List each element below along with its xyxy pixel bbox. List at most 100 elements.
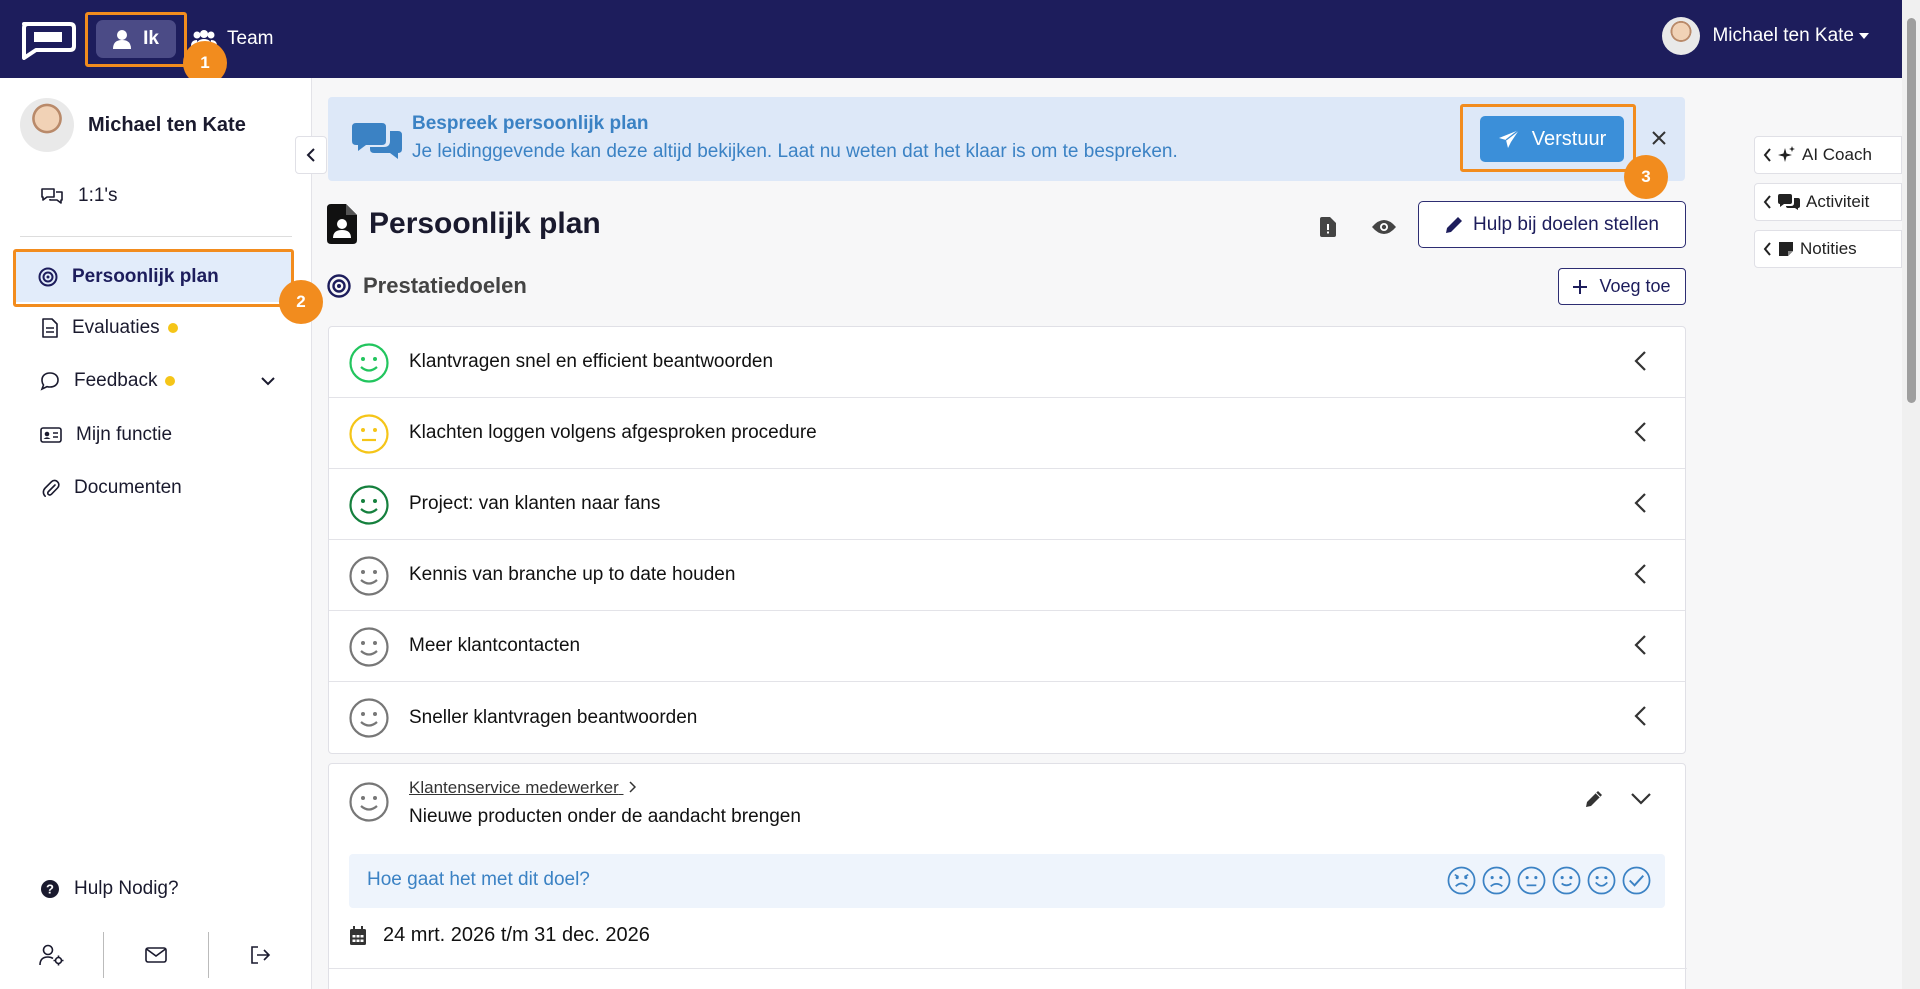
- calendar-icon: [350, 925, 366, 945]
- user-menu-button[interactable]: Michael ten Kate: [1662, 16, 1870, 56]
- goal-row[interactable]: Klantvragen snel en efficient beantwoord…: [329, 327, 1685, 398]
- sidebar-item-label: Persoonlijk plan: [72, 266, 219, 287]
- sidebar: Michael ten Kate 1:1's Persoonlijk plan …: [0, 78, 312, 989]
- messages-button[interactable]: [104, 932, 207, 978]
- chevron-down-icon[interactable]: [1629, 786, 1653, 810]
- sidebar-collapse-button[interactable]: [295, 136, 327, 174]
- chevron-right-icon: [628, 781, 636, 793]
- id-card-icon: [40, 427, 62, 443]
- nav-me-button[interactable]: Ik: [96, 20, 176, 58]
- chevron-left-icon: [306, 148, 315, 162]
- sidebar-item-label: Mijn functie: [76, 424, 173, 445]
- plus-icon: [1573, 279, 1588, 294]
- goal-help-button[interactable]: Hulp bij doelen stellen: [1418, 201, 1686, 248]
- send-button-label: Verstuur: [1531, 127, 1607, 150]
- mood-good-icon[interactable]: [1552, 866, 1581, 895]
- page-scrollbar[interactable]: [1902, 0, 1920, 989]
- page-title-text: Persoonlijk plan: [369, 207, 601, 240]
- chevron-left-icon: [1763, 148, 1771, 162]
- sidebar-item-label: Evaluaties: [72, 317, 160, 338]
- chevron-left-icon: [1763, 242, 1771, 256]
- role-link-text: Klantenservice medewerker: [409, 778, 619, 797]
- chevron-left-icon[interactable]: [1629, 420, 1653, 444]
- page-title: Persoonlijk plan: [327, 204, 601, 244]
- goal-row[interactable]: Project: van klanten naar fans: [329, 469, 1685, 540]
- tab-ai-coach[interactable]: AI Coach: [1754, 136, 1902, 174]
- send-button[interactable]: Verstuur: [1480, 116, 1624, 162]
- goal-row[interactable]: Meer klantcontacten: [329, 611, 1685, 682]
- tab-notes[interactable]: Notities: [1754, 230, 1902, 268]
- goal-row[interactable]: Sneller klantvragen beantwoorden: [329, 682, 1685, 753]
- banner-close-button[interactable]: [1642, 121, 1676, 155]
- check-circle-icon[interactable]: [1622, 866, 1651, 895]
- target-icon: [327, 274, 351, 298]
- chevron-left-icon[interactable]: [1629, 491, 1653, 515]
- sidebar-divider: [20, 236, 292, 237]
- chevron-left-icon[interactable]: [1629, 633, 1653, 657]
- sidebar-user-name: Michael ten Kate: [88, 113, 246, 136]
- user-settings-button[interactable]: [0, 932, 103, 978]
- goal-title: Sneller klantvragen beantwoorden: [409, 706, 698, 728]
- sidebar-item-label: Feedback: [74, 370, 158, 391]
- question-circle-icon: ?: [41, 880, 59, 898]
- mood-none-icon: [349, 556, 389, 596]
- close-icon: [1652, 131, 1666, 145]
- preview-button[interactable]: [1367, 210, 1401, 244]
- chevron-left-icon[interactable]: [1629, 562, 1653, 586]
- caret-down-icon: [1859, 33, 1869, 39]
- notification-dot: [165, 376, 176, 386]
- sidebar-bottom-actions: [0, 920, 312, 989]
- scrollbar-thumb[interactable]: [1907, 18, 1916, 403]
- add-goal-button[interactable]: Voeg toe: [1558, 268, 1686, 305]
- document-icon: [42, 318, 58, 338]
- goal-row[interactable]: Klachten loggen volgens afgesproken proc…: [329, 398, 1685, 469]
- sidebar-item-personal-plan[interactable]: Persoonlijk plan: [16, 252, 291, 302]
- notification-dot: [167, 323, 178, 333]
- chevron-left-icon: [1763, 195, 1771, 209]
- goal-title: Project: van klanten naar fans: [409, 493, 661, 514]
- mood-neutral-icon: [349, 414, 389, 454]
- paperclip-icon: [42, 479, 60, 497]
- step-badge-2: 2: [279, 280, 323, 324]
- mood-none-icon: [349, 782, 389, 822]
- sidebar-item-one-on-ones[interactable]: 1:1's: [40, 178, 118, 214]
- sidebar-item-feedback[interactable]: Feedback: [40, 363, 276, 399]
- chevron-left-icon[interactable]: [1629, 704, 1653, 728]
- mood-happy-icon: [349, 343, 389, 383]
- goal-row[interactable]: Kennis van branche up to date houden: [329, 540, 1685, 611]
- export-pdf-button[interactable]: [1311, 210, 1345, 244]
- tab-activity[interactable]: Activiteit: [1754, 183, 1902, 221]
- mood-neutral-icon[interactable]: [1517, 866, 1546, 895]
- sidebar-item-documents[interactable]: Documenten: [42, 470, 182, 506]
- mood-very-bad-icon[interactable]: [1447, 866, 1476, 895]
- chevron-left-icon[interactable]: [1629, 349, 1653, 373]
- sidebar-avatar: [20, 98, 74, 152]
- sidebar-item-my-role[interactable]: Mijn functie: [40, 417, 172, 453]
- sparkles-icon: [1778, 146, 1795, 162]
- role-link[interactable]: Klantenservice medewerker: [409, 778, 636, 798]
- progress-question: Hoe gaat het met dit doel?: [367, 869, 590, 890]
- mood-very-good-icon[interactable]: [1587, 866, 1616, 895]
- tab-ai-coach-label: AI Coach: [1802, 145, 1872, 164]
- logout-button[interactable]: [209, 932, 312, 978]
- sidebar-item-evaluations[interactable]: Evaluaties: [42, 310, 178, 346]
- help-link[interactable]: ? Hulp Nodig?: [40, 871, 179, 907]
- file-export-icon: [1320, 217, 1336, 237]
- mood-rating: [1447, 866, 1651, 895]
- goal-help-label: Hulp bij doelen stellen: [1473, 213, 1659, 235]
- user-menu-name: Michael ten Kate: [1712, 25, 1854, 46]
- logout-icon: [251, 945, 271, 964]
- mood-none-icon: [349, 627, 389, 667]
- mood-bad-icon[interactable]: [1482, 866, 1511, 895]
- sidebar-item-label: 1:1's: [78, 185, 118, 206]
- nav-team-label: Team: [227, 28, 274, 49]
- edit-pencil-icon[interactable]: [1585, 790, 1603, 808]
- app-logo-icon[interactable]: [18, 20, 76, 60]
- mood-happy-icon: [349, 485, 389, 525]
- chevron-down-icon[interactable]: [260, 376, 276, 386]
- tab-activity-label: Activiteit: [1806, 192, 1870, 211]
- comments-icon: [352, 123, 402, 159]
- comment-icon: [40, 372, 59, 391]
- sticky-note-icon: [1779, 242, 1793, 256]
- step-badge-3: 3: [1624, 155, 1668, 199]
